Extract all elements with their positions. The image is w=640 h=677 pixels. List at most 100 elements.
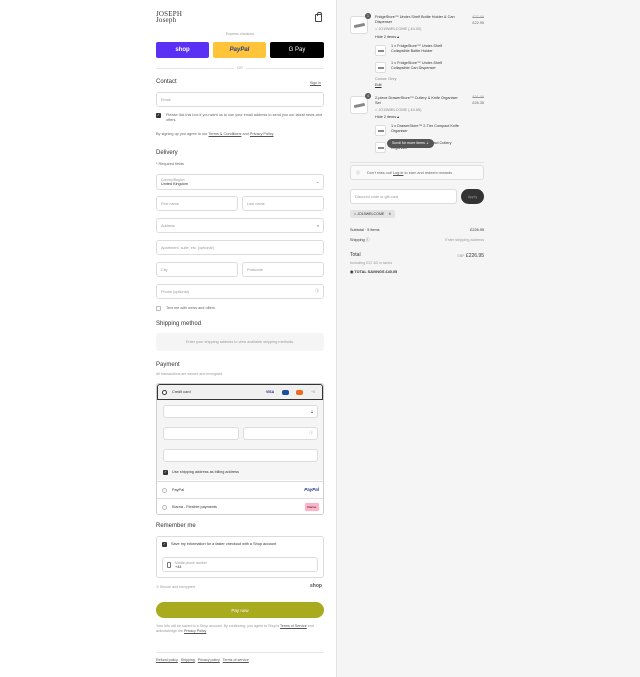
sign-in-link[interactable]: Sign in (310, 81, 321, 85)
shop-privacy-link[interactable]: Privacy Policy (184, 629, 206, 633)
shipping-method-heading: Shipping method (156, 321, 202, 327)
lock-icon: 🔒︎ (310, 409, 313, 414)
required-note: * Required fields (156, 162, 184, 166)
payment-heading: Payment (156, 362, 180, 368)
sub-item-image (375, 62, 386, 73)
refund-policy-link[interactable]: Refund policy (156, 658, 178, 662)
total-savings: ◉ TOTAL SAVINGS £40.05 (350, 270, 398, 274)
first-name-field[interactable]: First name (156, 196, 238, 211)
text-me-label: Text me with news and offers (166, 306, 215, 310)
item-discount: ⌂ JO15WELCOME (-£4.65) (375, 108, 422, 112)
phone-field[interactable]: Phone (optional) ⓘ (156, 284, 324, 299)
discount-tag: ⌂ JO15WELCOME ✕ (350, 210, 396, 218)
save-info-label: Save my information for a faster checkou… (171, 542, 277, 546)
item-price: £22.95 (472, 21, 484, 25)
total-label: Total (350, 252, 361, 258)
shopping-bag-icon[interactable] (315, 12, 322, 22)
hide-items-toggle[interactable]: Hide 2 items ▴ (375, 35, 399, 40)
news-label: Please tick this box if you want us to u… (166, 113, 322, 122)
pay-now-button[interactable]: Pay now (156, 602, 324, 618)
address-field[interactable]: Address ⌕ (156, 218, 324, 233)
shop-pay-button[interactable]: shop (156, 42, 209, 58)
paypal-button[interactable]: PayPal (213, 42, 266, 58)
item-title: 2-piece DrawerStore™ Cutlery & Knife Org… (375, 96, 458, 105)
card-number-field[interactable]: 🔒︎ (163, 405, 318, 418)
country-select[interactable]: Country/Region United Kingdom ⌄ (156, 174, 324, 190)
shop-terms-link[interactable]: Terms of Service (280, 624, 307, 628)
quantity-badge: 4 (365, 93, 371, 99)
rewards-banner: ⓘ Don't miss out! Log in to earn and red… (350, 165, 484, 180)
help-icon[interactable]: ⓘ (315, 289, 319, 294)
help-icon[interactable]: ⓘ (309, 431, 313, 436)
privacy-policy-link[interactable]: Privacy policy (198, 658, 220, 662)
shipping-label: Shipping ⓘ (350, 238, 370, 242)
scroll-hint[interactable]: Scroll for more items ⇣ (387, 139, 434, 148)
name-on-card-field[interactable] (163, 449, 318, 462)
payment-subtitle: All transactions are secure and encrypte… (156, 372, 224, 376)
discount-code-field[interactable]: Discount code or gift card (350, 189, 457, 204)
order-summary-panel: 1 FridgeStore™ Under-Shelf Bottle Holder… (337, 0, 640, 677)
radio-icon (162, 488, 167, 493)
postcode-field[interactable]: Postcode (242, 262, 324, 277)
footer-links: Refund policy Shipping Privacy policy Te… (156, 658, 249, 662)
quantity-badge: 1 (365, 13, 371, 19)
mobile-phone-field[interactable]: Mobile phone number +44 (162, 557, 318, 572)
help-icon[interactable]: ⓘ (366, 238, 370, 242)
brand-logo[interactable]: JOSEPH Joseph (156, 11, 182, 24)
privacy-link[interactable]: Privacy Policy (250, 132, 274, 136)
apartment-field[interactable]: Apartment, suite, etc. (optional) (156, 240, 324, 255)
payment-methods: Credit card VISA +5 🔒︎ ⓘ ✓ Use shipping … (156, 383, 324, 515)
shipping-link[interactable]: Shipping (181, 658, 195, 662)
checkout-form-panel: JOSEPH Joseph Express checkout shop PayPa… (0, 0, 337, 677)
delivery-heading: Delivery (156, 150, 178, 156)
google-pay-button[interactable]: G Pay (270, 42, 324, 58)
phone-icon (167, 562, 171, 568)
tag-icon: ◉ (350, 270, 354, 274)
shipping-value: Enter shipping address (445, 238, 484, 242)
klarna-option[interactable]: Klarna - Flexible payments Klarna. (157, 498, 323, 514)
terms-of-service-link[interactable]: Terms of service (223, 658, 249, 662)
shipping-notice: Enter your shipping address to view avai… (156, 333, 324, 351)
search-icon: ⌕ (316, 223, 319, 228)
billing-checkbox[interactable]: ✓ (163, 470, 168, 475)
sub-item: 1 x FridgeStore™ Under-Shelf Collapsible… (391, 44, 443, 53)
save-info-checkbox[interactable]: ✓ (162, 542, 167, 547)
hide-items-toggle[interactable]: Hide 2 items ▴ (375, 115, 399, 120)
visa-icon: VISA (266, 390, 275, 394)
terms-link[interactable]: Terms & Conditions (209, 132, 242, 136)
secure-note: ⚿ Secure and encrypted (156, 585, 195, 589)
edit-link[interactable]: Edit (375, 83, 382, 88)
sub-item-image (375, 125, 386, 136)
tax-note: Including £37.83 in taxes (350, 261, 393, 265)
news-checkbox[interactable]: ✓ (156, 113, 161, 118)
rewards-login-link[interactable]: Log in (393, 171, 403, 175)
city-field[interactable]: City (156, 262, 238, 277)
item-colour: Colour: Grey (375, 77, 397, 81)
item-title: FridgeStore™ Under-Shelf Bottle Holder &… (375, 15, 455, 24)
chevron-down-icon: ⌄ (315, 180, 319, 184)
credit-card-option[interactable]: Credit card VISA +5 (157, 384, 323, 400)
subtotal-label: Subtotal · 5 items (350, 228, 380, 232)
terms-text: By signing up you agree to our Terms & C… (156, 132, 274, 136)
last-name-field[interactable]: Last name (242, 196, 324, 211)
item-discount: ⌂ JO15WELCOME (-£4.00) (375, 27, 422, 31)
paypal-option[interactable]: PayPal PayPal (157, 481, 323, 498)
shop-logo: shop (310, 583, 322, 589)
product-image (350, 96, 368, 114)
apply-button[interactable]: Apply (461, 189, 484, 204)
or-divider: OR (156, 66, 324, 70)
more-cards-badge: +5 (311, 390, 316, 394)
product-image (350, 16, 368, 34)
security-code-field[interactable]: ⓘ (243, 427, 318, 440)
card-fields: 🔒︎ ⓘ ✓ Use shipping address as billing a… (157, 400, 323, 480)
text-me-checkbox[interactable] (156, 306, 161, 311)
info-icon: ⓘ (356, 170, 360, 175)
sub-item-image (375, 142, 386, 153)
remove-code-icon[interactable]: ✕ (388, 212, 391, 216)
total-value: GBP £226.95 (457, 253, 484, 259)
original-price: £31.00 (472, 95, 484, 99)
expiry-field[interactable] (163, 427, 239, 440)
tag-icon: ⌂ (375, 27, 378, 31)
lock-icon: ⚿ (156, 585, 159, 589)
email-field[interactable]: Email (156, 92, 324, 107)
